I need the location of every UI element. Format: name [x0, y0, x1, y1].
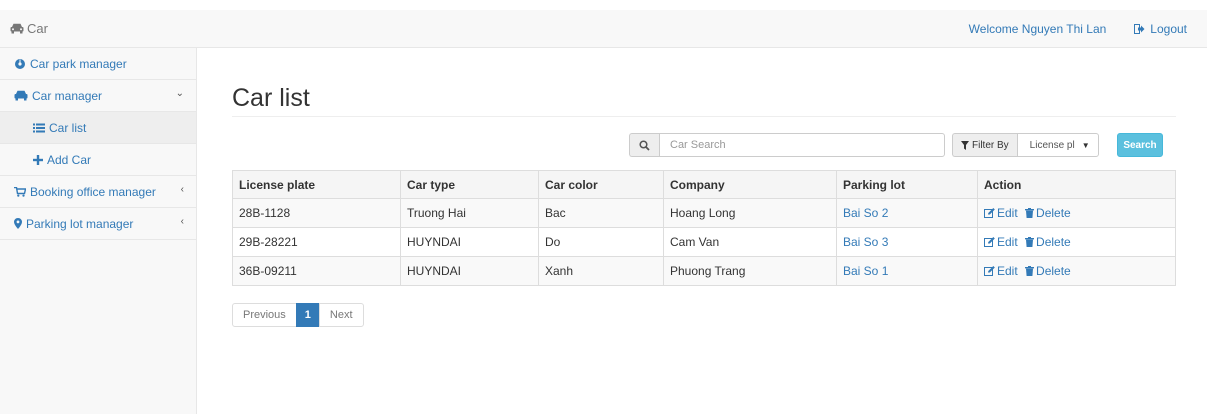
sidebar-item-label: Car manager: [32, 88, 103, 103]
search-group: [629, 133, 945, 157]
cell-license-plate: 29B-28221: [232, 227, 401, 257]
delete-link[interactable]: Delete: [1025, 235, 1071, 249]
cell-car-color: Bac: [538, 198, 664, 228]
cell-parking-lot: Bai So 3: [836, 227, 978, 257]
search-bar: Filter By License pl ▼ Search: [232, 133, 1176, 157]
filter-select[interactable]: License pl ▼: [1016, 133, 1099, 157]
trash-icon: [1025, 236, 1035, 247]
delete-label: Delete: [1036, 234, 1071, 249]
edit-icon: [984, 265, 995, 276]
edit-link[interactable]: Edit: [984, 264, 1018, 278]
dashboard-icon: [15, 59, 25, 69]
sidebar: Car park manager Car manager ⌄ Car list …: [0, 48, 197, 414]
trash-icon: [1025, 207, 1035, 218]
logout-link[interactable]: Logout: [1134, 22, 1187, 36]
table-header-row: License plate Car type Car color Company…: [232, 170, 1176, 199]
cart-icon: [14, 186, 26, 197]
list-icon: [33, 123, 45, 132]
delete-label: Delete: [1036, 205, 1071, 220]
caret-down-icon: ▼: [1081, 140, 1090, 150]
edit-link[interactable]: Edit: [984, 235, 1018, 249]
filter-group: Filter By License pl ▼: [952, 133, 1099, 157]
edit-icon: [984, 236, 995, 247]
sidebar-item-label: Add Car: [47, 152, 92, 167]
cell-license-plate: 28B-1128: [232, 198, 401, 228]
delete-link[interactable]: Delete: [1025, 206, 1071, 220]
search-input[interactable]: [659, 133, 945, 157]
car-icon: [10, 23, 24, 34]
cell-company: Phuong Trang: [663, 256, 837, 286]
chevron-down-icon: ⌄: [175, 88, 184, 99]
top-navbar: Car Welcome Nguyen Thi Lan Logout: [0, 10, 1207, 48]
previous-page-button[interactable]: Previous: [232, 303, 297, 327]
cell-parking-lot: Bai So 2: [836, 198, 978, 228]
search-button[interactable]: Search: [1117, 133, 1163, 157]
sidebar-item-car-list[interactable]: Car list: [0, 112, 196, 144]
pagination: Previous 1 Next: [232, 303, 364, 327]
sidebar-item-label: Car list: [49, 120, 87, 135]
brand-label: Car: [27, 21, 48, 36]
cell-car-color: Do: [538, 227, 664, 257]
column-header[interactable]: Company: [663, 170, 837, 199]
map-marker-icon: [14, 218, 22, 229]
plus-icon: [33, 154, 43, 165]
brand[interactable]: Car: [10, 21, 48, 36]
logout-icon: [1134, 24, 1145, 34]
column-header[interactable]: License plate: [232, 170, 401, 199]
edit-icon: [984, 207, 995, 218]
cell-action: Edit Delete: [977, 227, 1176, 257]
delete-label: Delete: [1036, 263, 1071, 278]
sidebar-item-label: Parking lot manager: [26, 216, 134, 231]
edit-label: Edit: [997, 205, 1018, 220]
sidebar-item-add-car[interactable]: Add Car: [0, 144, 196, 176]
cell-car-color: Xanh: [538, 256, 664, 286]
next-page-button[interactable]: Next: [318, 303, 364, 327]
table-row: 28B-1128 Truong Hai Bac Hoang Long Bai So 2 E…: [232, 198, 1176, 228]
search-icon: [629, 133, 659, 157]
parking-lot-link[interactable]: Bai So 1: [843, 264, 888, 278]
column-header[interactable]: Action: [977, 170, 1176, 199]
trash-icon: [1025, 265, 1035, 276]
title-divider: [232, 116, 1176, 117]
cell-parking-lot: Bai So 1: [836, 256, 978, 286]
table-row: 29B-28221 HUYNDAI Do Cam Van Bai So 3 Edit De…: [232, 227, 1176, 257]
page-title: Car list: [232, 84, 310, 112]
sidebar-item-parking-lot-manager[interactable]: Parking lot manager ‹: [0, 208, 196, 240]
welcome-link[interactable]: Welcome Nguyen Thi Lan: [969, 22, 1107, 36]
filter-label: Filter By: [952, 133, 1017, 157]
cell-action: Edit Delete: [977, 198, 1176, 228]
car-table: License plate Car type Car color Company…: [232, 170, 1176, 286]
delete-link[interactable]: Delete: [1025, 264, 1071, 278]
logout-label: Logout: [1150, 22, 1187, 36]
edit-link[interactable]: Edit: [984, 206, 1018, 220]
parking-lot-link[interactable]: Bai So 3: [843, 235, 888, 249]
table-row: 36B-09211 HUYNDAI Xanh Phuong Trang Bai So 1…: [232, 256, 1176, 286]
cell-action: Edit Delete: [977, 256, 1176, 286]
column-header[interactable]: Car color: [538, 170, 664, 199]
parking-lot-link[interactable]: Bai So 2: [843, 206, 888, 220]
main-content: Car list Filter By License pl ▼: [232, 48, 1176, 327]
cell-company: Cam Van: [663, 227, 837, 257]
sidebar-item-car-park-manager[interactable]: Car park manager: [0, 48, 196, 80]
car-icon: [14, 90, 28, 101]
cell-car-type: HUYNDAI: [400, 256, 539, 286]
filter-icon: [961, 140, 969, 150]
sidebar-item-car-manager[interactable]: Car manager ⌄: [0, 80, 196, 112]
sidebar-item-booking-office-manager[interactable]: Booking office manager ‹: [0, 176, 196, 208]
column-header[interactable]: Parking lot: [836, 170, 978, 199]
cell-company: Hoang Long: [663, 198, 837, 228]
cell-car-type: HUYNDAI: [400, 227, 539, 257]
chevron-left-icon: ‹: [180, 216, 184, 227]
page-1-button[interactable]: 1: [295, 303, 320, 327]
sidebar-item-label: Booking office manager: [30, 184, 156, 199]
column-header[interactable]: Car type: [400, 170, 539, 199]
filter-selected-value: License pl: [1029, 139, 1075, 151]
chevron-left-icon: ‹: [180, 184, 184, 195]
sidebar-item-label: Car park manager: [30, 56, 127, 71]
filter-label-text: Filter By: [972, 139, 1009, 151]
cell-license-plate: 36B-09211: [232, 256, 401, 286]
edit-label: Edit: [997, 263, 1018, 278]
cell-car-type: Truong Hai: [400, 198, 539, 228]
edit-label: Edit: [997, 234, 1018, 249]
